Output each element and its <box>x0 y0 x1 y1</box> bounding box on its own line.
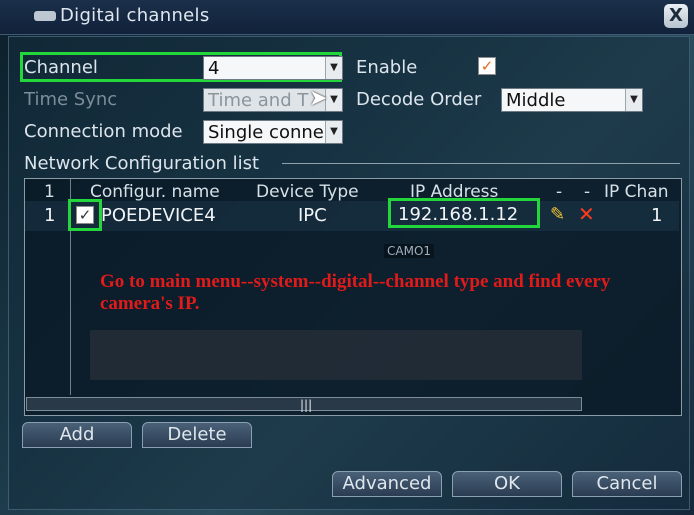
scrollbar-grip-icon[interactable]: ||| <box>300 398 312 412</box>
ok-button[interactable]: OK <box>452 471 562 497</box>
channel-label: Channel <box>24 57 98 78</box>
col-header-index: 1 <box>44 182 55 202</box>
chevron-down-icon: ▼ <box>325 89 342 111</box>
delete-button[interactable]: Delete <box>142 422 252 448</box>
pencil-icon[interactable]: ✎ <box>550 204 565 225</box>
col-header-edit: - <box>556 182 563 202</box>
row-ip-chan: 1 <box>651 205 663 226</box>
row-device-type: IPC <box>298 205 327 226</box>
enable-checkbox[interactable]: ✓ <box>478 57 496 75</box>
decode-order-value: Middle <box>506 90 566 111</box>
channel-value: 4 <box>208 58 220 79</box>
col-header-type: Device Type <box>256 182 359 202</box>
row-checkbox[interactable]: ✓ <box>76 206 94 224</box>
col-header-delete: - <box>584 182 591 202</box>
connection-mode-label: Connection mode <box>24 121 183 142</box>
delete-icon[interactable]: ✕ <box>578 202 595 226</box>
chevron-down-icon: ▼ <box>325 121 342 143</box>
close-button[interactable]: X <box>664 4 688 28</box>
window-icon <box>34 11 56 21</box>
channel-select[interactable]: 4 ▼ <box>203 56 343 80</box>
connection-mode-value: Single conne <box>208 122 324 143</box>
cancel-button[interactable]: Cancel <box>572 471 682 497</box>
annotation-text: Go to main menu--system--digital--channe… <box>100 271 611 314</box>
camera-overlay-label: CAMO1 <box>384 244 435 258</box>
col-header-name: Configur. name <box>90 182 220 202</box>
decode-order-label: Decode Order <box>356 89 482 110</box>
enable-label: Enable <box>356 57 418 78</box>
row-ip-address: 192.168.1.12 <box>398 204 519 225</box>
chevron-down-icon: ▼ <box>625 89 642 111</box>
video-overlay-strip <box>90 330 582 380</box>
row-device-name: POEDEVICE4 <box>101 205 216 226</box>
window-title: Digital channels <box>60 5 210 26</box>
time-sync-label: Time Sync <box>24 89 118 110</box>
section-divider <box>282 163 680 164</box>
advanced-button[interactable]: Advanced <box>332 471 442 497</box>
time-sync-value: Time and T <box>208 90 309 111</box>
add-button[interactable]: Add <box>22 422 132 448</box>
col-header-ip-chan: IP Chan <box>604 182 669 202</box>
network-config-label: Network Configuration list <box>24 153 260 174</box>
mouse-cursor-icon: ➤ <box>309 86 328 111</box>
row-index: 1 <box>44 205 56 226</box>
chevron-down-icon: ▼ <box>325 57 342 79</box>
connection-mode-select[interactable]: Single conne ▼ <box>203 120 343 144</box>
decode-order-select[interactable]: Middle ▼ <box>501 88 643 112</box>
